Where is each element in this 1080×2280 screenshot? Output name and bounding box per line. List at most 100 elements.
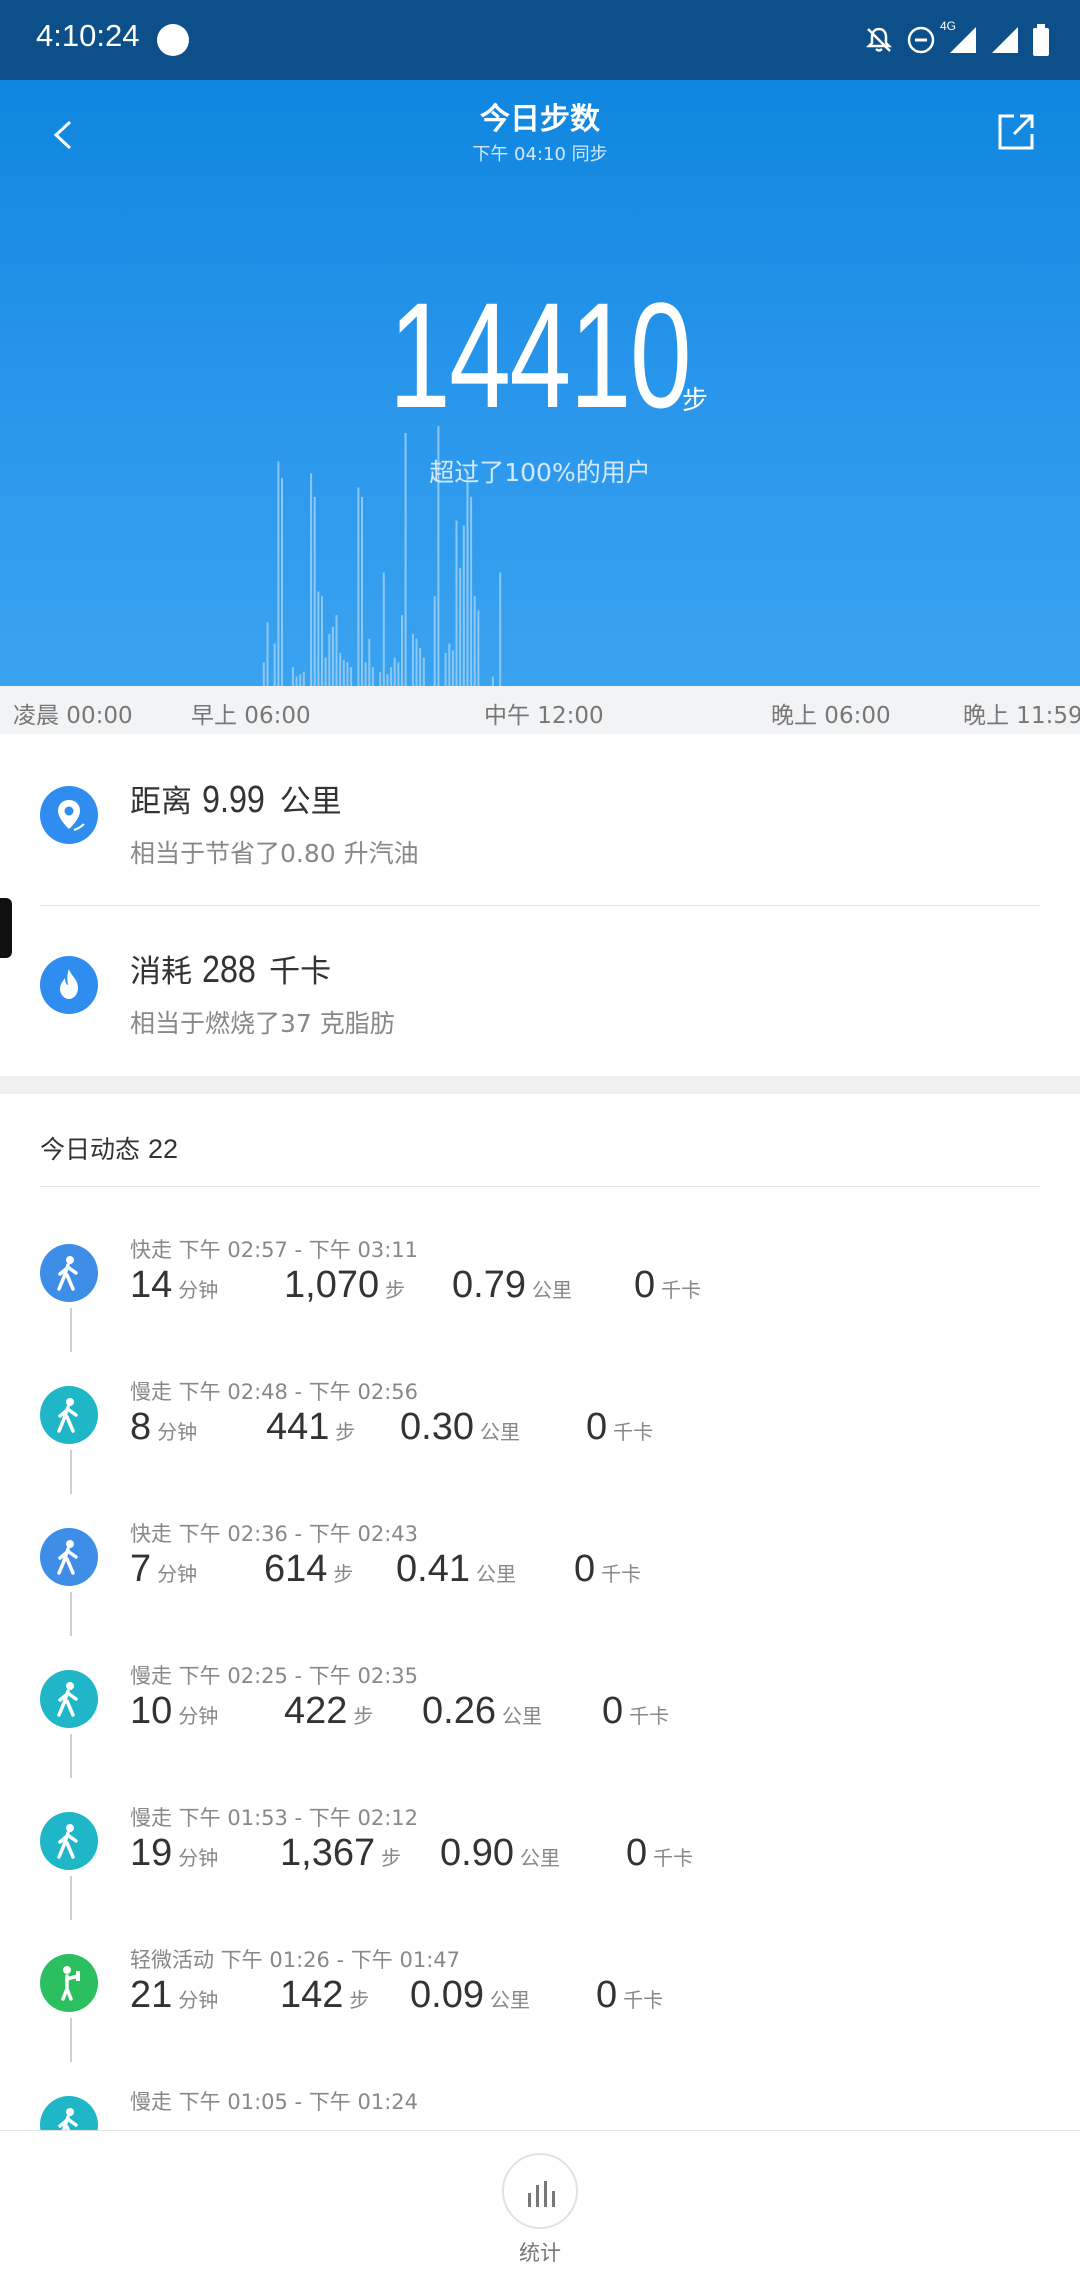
activity-item[interactable]: 快走 下午 02:36 - 下午 02:43 7 分钟 614 步 0.41 公里 0 千卡 (0, 1506, 1080, 1648)
distance-value-line: 距离 9.99 公里 (130, 776, 342, 822)
activity-kcal-unit: 千卡 (623, 1988, 664, 2012)
chart-bar (473, 596, 476, 686)
light-activity-icon (40, 1954, 98, 2012)
steps-count: 14410 (389, 271, 692, 439)
activity-item[interactable]: 慢走 下午 01:53 - 下午 02:12 19 分钟 1,367 步 0.90 公里 0 千… (0, 1790, 1080, 1932)
activity-duration: 21 分钟 (130, 1974, 218, 2017)
section-gap (0, 1076, 1080, 1094)
chart-bar (451, 650, 454, 686)
chart-bar (411, 634, 414, 686)
activity-steps-unit: 步 (385, 1278, 406, 1302)
activity-steps: 1,070 步 (284, 1264, 405, 1307)
bottom-bar: 统计 (0, 2130, 1080, 2280)
battery-icon (1033, 24, 1049, 56)
activity-duration-unit: 分钟 (178, 1278, 219, 1302)
activity-duration-unit: 分钟 (178, 1704, 219, 1728)
chart-bar (415, 638, 418, 686)
activity-kcal-unit: 千卡 (613, 1420, 654, 1444)
stats-button[interactable] (502, 2153, 578, 2229)
activity-duration: 10 分钟 (130, 1690, 218, 1733)
calories-equivalent: 相当于燃烧了37 克脂肪 (130, 1009, 395, 1038)
chart-bar (350, 667, 353, 686)
chart-bar (310, 473, 313, 686)
distance-value: 9.99 (201, 779, 265, 821)
activity-count: 22 (148, 1134, 179, 1164)
activity-duration-value: 8 (130, 1406, 152, 1448)
activity-distance-unit: 公里 (531, 1278, 572, 1302)
sync-time: 下午 04:10 同步 (472, 144, 608, 165)
activity-distance-unit: 公里 (501, 1704, 542, 1728)
chart-bar (368, 638, 371, 686)
chart-bar (361, 496, 363, 686)
activity-duration-value: 10 (130, 1690, 173, 1732)
chart-bar (448, 643, 451, 686)
chart-bar (459, 567, 462, 686)
chart-bar (346, 662, 349, 686)
activity-steps: 142 步 (280, 1974, 369, 2017)
activity-kcal-value: 0 (586, 1406, 608, 1448)
activity-item[interactable]: 轻微活动 下午 01:26 - 下午 01:47 21 分钟 142 步 0.09 公里 0 千… (0, 1932, 1080, 2074)
activity-distance: 0.30 公里 (400, 1406, 520, 1449)
activity-item[interactable]: 快走 下午 02:57 - 下午 03:11 14 分钟 1,070 步 0.79 公里 0 千… (0, 1222, 1080, 1364)
activity-distance-unit: 公里 (475, 1562, 516, 1586)
activity-distance-value: 0.09 (410, 1974, 484, 2016)
activity-kcal-unit: 千卡 (629, 1704, 670, 1728)
chart-bar (324, 657, 327, 686)
walk-icon (40, 1528, 98, 1586)
chart-bar (291, 667, 294, 686)
activity-duration-unit: 分钟 (157, 1562, 198, 1586)
activity-time-range: 慢走 下午 01:05 - 下午 01:24 (130, 2090, 418, 2114)
activity-kcal: 0 千卡 (574, 1548, 641, 1591)
activity-time-range: 慢走 下午 02:48 - 下午 02:56 (130, 1380, 418, 1404)
chart-bar (491, 676, 494, 686)
activity-distance-unit: 公里 (489, 1988, 530, 2012)
walk-icon (40, 1386, 98, 1444)
axis-label-2: 中午 12:00 (484, 703, 604, 729)
calories-label: 消耗 (130, 954, 192, 990)
activity-time-range: 快走 下午 02:36 - 下午 02:43 (130, 1522, 418, 1546)
activity-duration-value: 14 (130, 1264, 173, 1306)
chart-bar (328, 634, 331, 686)
notification-dot-icon (157, 24, 189, 56)
activity-time-range: 慢走 下午 01:53 - 下午 02:12 (130, 1806, 418, 1830)
activity-time-range: 慢走 下午 02:25 - 下午 02:35 (130, 1664, 418, 1688)
activity-item[interactable]: 慢走 下午 02:25 - 下午 02:35 10 分钟 422 步 0.26 公里 0 千卡 (0, 1648, 1080, 1790)
chart-bar (422, 657, 425, 686)
activity-distance-value: 0.79 (452, 1264, 526, 1306)
activity-duration-value: 21 (130, 1974, 173, 2016)
steps-count-area: 14410 (0, 280, 1080, 430)
calories-value-line: 消耗 288 千卡 (130, 946, 331, 992)
distance-card[interactable]: 距离 9.99 公里 相当于节省了0.80 升汽油 (0, 734, 1080, 904)
location-pin-icon (40, 786, 98, 844)
activity-duration-unit: 分钟 (178, 1846, 219, 1870)
activity-distance: 0.41 公里 (396, 1548, 516, 1591)
chart-bar (273, 643, 276, 686)
activity-duration: 19 分钟 (130, 1832, 218, 1875)
chart-bar (321, 596, 323, 686)
activity-steps-unit: 步 (353, 1704, 374, 1728)
chart-bar (462, 525, 465, 686)
chart-bar (331, 626, 334, 686)
calories-card[interactable]: 消耗 288 千卡 相当于燃烧了37 克脂肪 (0, 906, 1080, 1076)
activity-steps-unit: 步 (381, 1846, 402, 1870)
distance-unit: 公里 (279, 784, 342, 820)
activity-steps-unit: 步 (333, 1562, 354, 1586)
share-icon[interactable] (994, 110, 1038, 154)
chart-bar (266, 622, 269, 686)
edge-gesture-handle[interactable] (0, 898, 12, 958)
chart-bar (386, 674, 389, 686)
chart-bar (277, 461, 280, 686)
chart-bar (371, 667, 374, 686)
walk-icon (40, 1670, 98, 1728)
calories-unit: 千卡 (269, 954, 332, 990)
chart-bar (466, 473, 469, 686)
walk-icon (40, 1244, 98, 1302)
chart-bar (499, 572, 502, 686)
activity-item[interactable]: 慢走 下午 02:48 - 下午 02:56 8 分钟 441 步 0.30 公里 0 千卡 (0, 1364, 1080, 1506)
activity-duration: 8 分钟 (130, 1406, 197, 1449)
chart-bar (295, 676, 298, 686)
bell-off-icon (865, 27, 893, 52)
activity-distance-value: 0.30 (400, 1406, 474, 1448)
status-icons: 4G (864, 19, 1050, 60)
activity-kcal-unit: 千卡 (601, 1562, 642, 1586)
